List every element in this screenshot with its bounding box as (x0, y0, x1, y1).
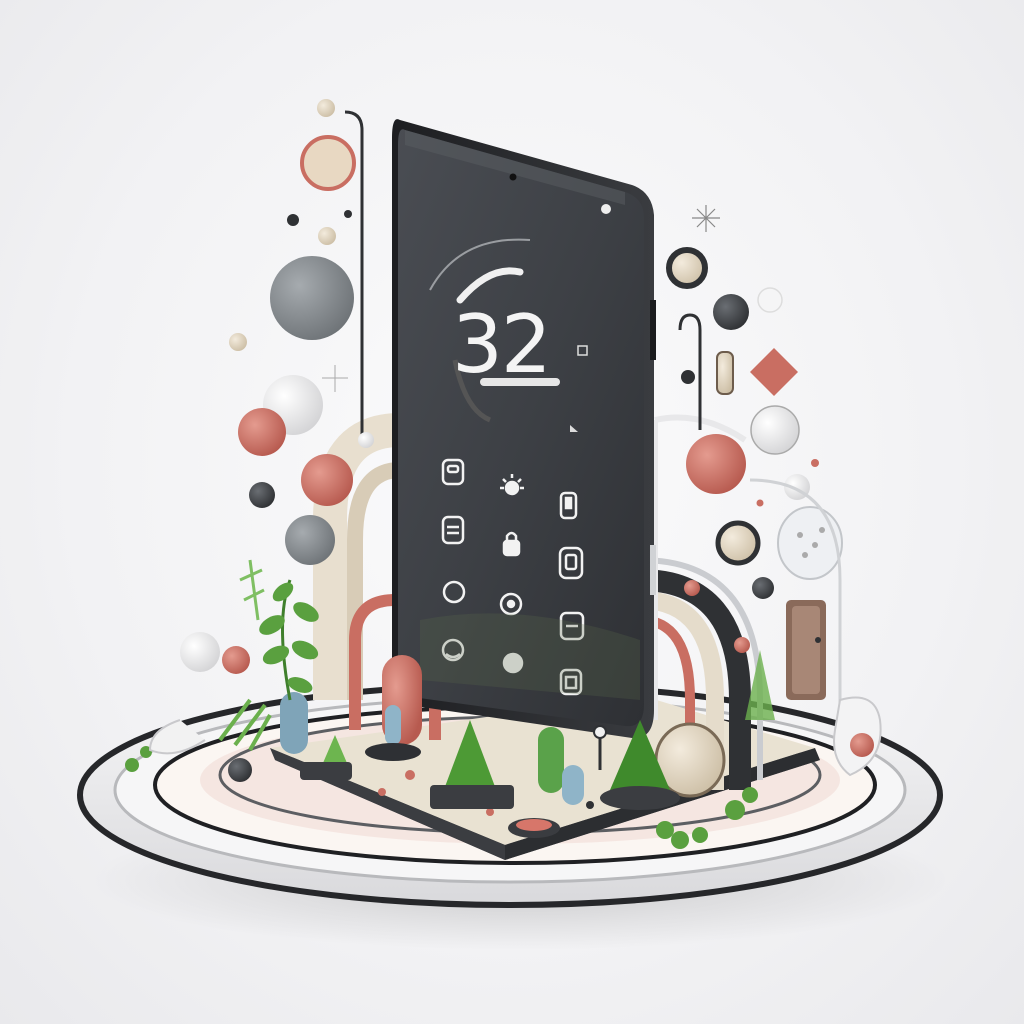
clock-time: 32 (452, 298, 550, 391)
phone-garden-illustration: 32 (77, 99, 950, 950)
front-camera-icon (509, 173, 517, 181)
smartphone: 32 (392, 119, 656, 739)
